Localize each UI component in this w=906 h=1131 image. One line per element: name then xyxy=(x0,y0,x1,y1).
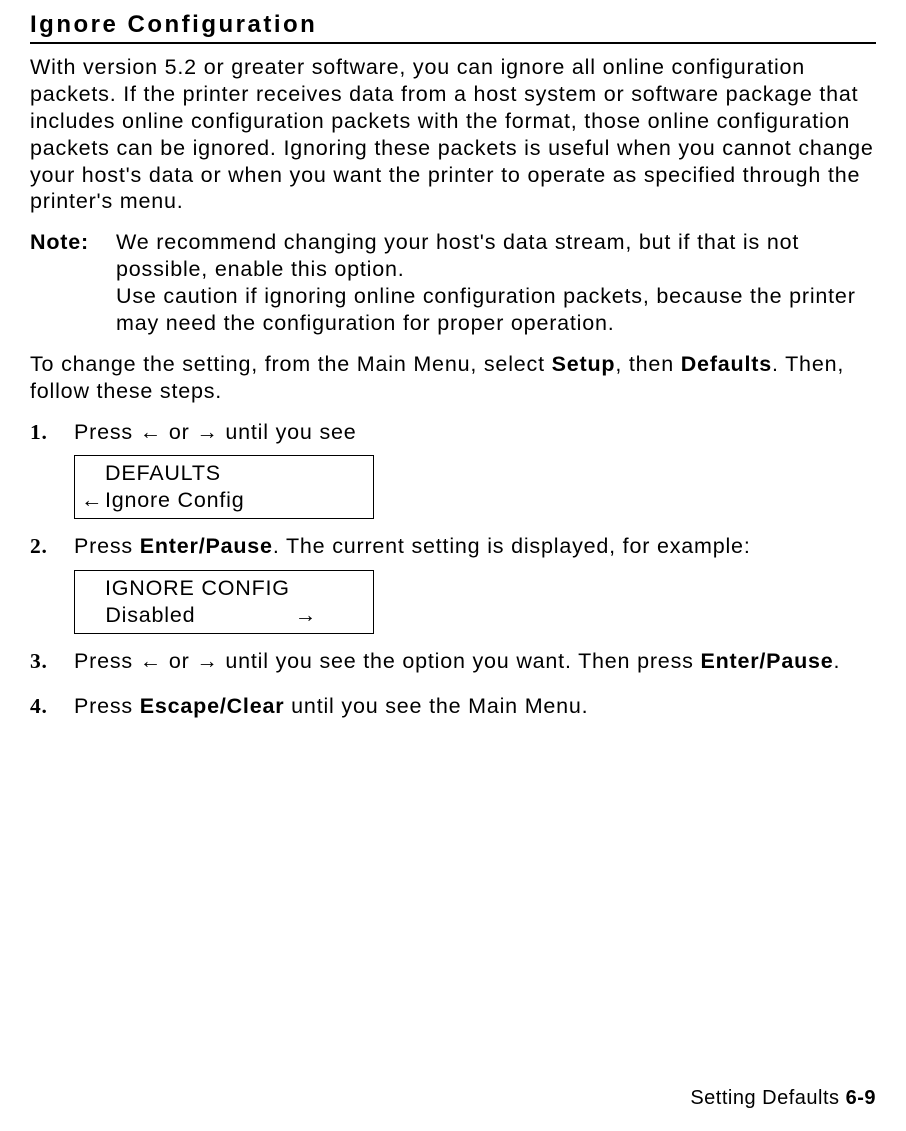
display2-line2: Disabled xyxy=(105,603,195,627)
display2-line1: IGNORE CONFIG xyxy=(101,575,367,602)
step-1-number: 1. xyxy=(30,419,74,446)
note-body: We recommend changing your host's data s… xyxy=(116,229,876,337)
step-1-post: until you see xyxy=(219,420,357,444)
spacer xyxy=(81,460,101,487)
arrow-left-icon: ← xyxy=(140,420,162,444)
note-block: Note: We recommend changing your host's … xyxy=(30,229,876,337)
arrow-right-icon: → xyxy=(196,649,218,673)
display1-line2: Ignore Config xyxy=(101,487,367,514)
nav-defaults: Defaults xyxy=(681,352,772,376)
step-2-pre: Press xyxy=(74,534,140,558)
enter-pause-label: Enter/Pause xyxy=(700,649,833,673)
spacer xyxy=(81,575,101,602)
nav-pre: To change the setting, from the Main Men… xyxy=(30,352,552,376)
nav-instruction: To change the setting, from the Main Men… xyxy=(30,351,876,405)
step-2-number: 2. xyxy=(30,533,74,560)
step-3-pre: Press xyxy=(74,649,140,673)
arrow-left-icon: ← xyxy=(81,487,101,514)
footer-text: Setting Defaults xyxy=(690,1087,845,1109)
step-1-body: Press ← or → until you see xyxy=(74,419,876,446)
step-2: 2. Press Enter/Pause. The current settin… xyxy=(30,533,876,560)
step-3-number: 3. xyxy=(30,648,74,675)
section-heading: Ignore Configuration xyxy=(30,10,876,44)
note-line2: Use caution if ignoring online configura… xyxy=(116,284,856,335)
step-4: 4. Press Escape/Clear until you see the … xyxy=(30,693,876,720)
step-3: 3. Press ← or → until you see the option… xyxy=(30,648,876,675)
step-1: 1. Press ← or → until you see xyxy=(30,419,876,446)
arrow-right-icon: → xyxy=(295,602,367,629)
nav-mid: , then xyxy=(615,352,680,376)
page-number: 6-9 xyxy=(846,1087,876,1109)
step-4-post: until you see the Main Menu. xyxy=(284,694,588,718)
step-1-pre: Press xyxy=(74,420,140,444)
page-footer: Setting Defaults 6-9 xyxy=(690,1086,876,1111)
step-1-mid: or xyxy=(162,420,196,444)
step-3-post1: until you see the option you want. Then … xyxy=(219,649,701,673)
enter-pause-label: Enter/Pause xyxy=(140,534,273,558)
step-4-pre: Press xyxy=(74,694,140,718)
note-label: Note: xyxy=(30,229,116,337)
arrow-right-icon: → xyxy=(196,420,218,444)
step-3-post2: . xyxy=(834,649,841,673)
lcd-display-defaults: DEFAULTS ← Ignore Config xyxy=(74,455,374,519)
step-3-mid: or xyxy=(162,649,196,673)
nav-setup: Setup xyxy=(552,352,616,376)
escape-clear-label: Escape/Clear xyxy=(140,694,285,718)
display1-line1: DEFAULTS xyxy=(101,460,367,487)
intro-paragraph: With version 5.2 or greater software, yo… xyxy=(30,54,876,215)
step-4-body: Press Escape/Clear until you see the Mai… xyxy=(74,693,876,720)
step-4-number: 4. xyxy=(30,693,74,720)
step-2-body: Press Enter/Pause. The current setting i… xyxy=(74,533,876,560)
note-line1: We recommend changing your host's data s… xyxy=(116,230,799,281)
lcd-display-ignore-config: IGNORE CONFIG Disabled → xyxy=(74,570,374,634)
step-3-body: Press ← or → until you see the option yo… xyxy=(74,648,876,675)
step-2-post: . The current setting is displayed, for … xyxy=(273,534,751,558)
arrow-left-icon: ← xyxy=(140,649,162,673)
